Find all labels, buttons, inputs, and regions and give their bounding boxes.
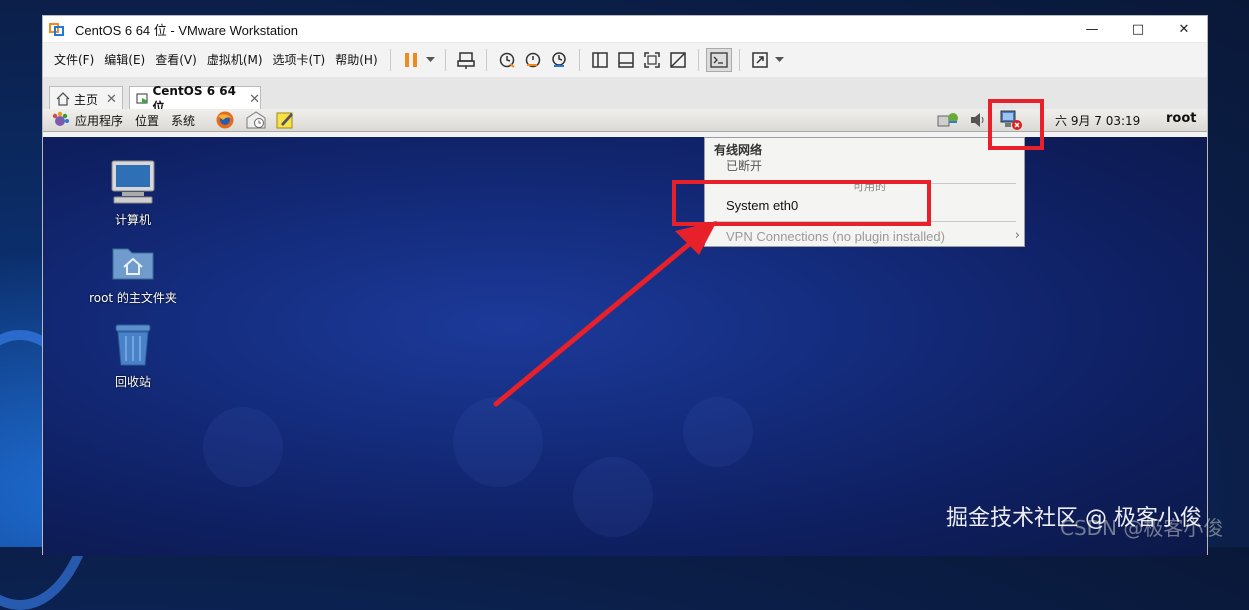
- toolbar-separator: [697, 49, 699, 71]
- menu-view[interactable]: 查看(V): [150, 48, 202, 72]
- dropdown-icon[interactable]: [773, 48, 787, 72]
- bokeh-decoration: [453, 397, 543, 487]
- home-icon: [56, 92, 70, 106]
- toolbar-separator: [389, 49, 391, 71]
- network-menu-status: 已断开: [726, 159, 763, 173]
- applications-menu[interactable]: 应用程序: [69, 112, 129, 129]
- firefox-icon[interactable]: [215, 110, 235, 130]
- network-tray-icon[interactable]: [936, 110, 960, 130]
- toolbar-separator: [578, 49, 580, 71]
- menu-vm[interactable]: 虚拟机(M): [202, 48, 268, 72]
- sidebar-icon[interactable]: [587, 48, 613, 72]
- pause-icon[interactable]: [398, 48, 424, 72]
- desktop-home-folder[interactable]: root 的主文件夹: [83, 241, 183, 306]
- desktop-home-folder-label: root 的主文件夹: [89, 291, 177, 305]
- revert-snapshot-icon[interactable]: [520, 48, 546, 72]
- menu-bar: 文件(F) 编辑(E) 查看(V) 虚拟机(M) 选项卡(T) 帮助(H): [43, 43, 1207, 77]
- guest-user-label[interactable]: root: [1166, 111, 1197, 126]
- minimize-button[interactable]: —: [1069, 16, 1115, 42]
- menu-file[interactable]: 文件(F): [49, 48, 99, 72]
- unity-icon[interactable]: [665, 48, 691, 72]
- gnome-foot-icon: [52, 111, 69, 126]
- mail-clock-icon[interactable]: [245, 110, 267, 130]
- snapshot-icon[interactable]: [494, 48, 520, 72]
- vmware-logo-icon: [49, 21, 65, 37]
- computer-icon: [111, 160, 155, 204]
- maximize-button[interactable]: □: [1115, 16, 1161, 42]
- submenu-arrow-icon: ›: [1014, 228, 1020, 243]
- volume-icon[interactable]: [969, 111, 987, 129]
- vpn-connections-item[interactable]: VPN Connections (no plugin installed): [726, 229, 945, 244]
- tab-home-close-icon[interactable]: ✕: [106, 92, 117, 107]
- highlight-network-icon: [988, 99, 1044, 150]
- bokeh-decoration: [683, 397, 753, 467]
- home-folder-icon: [112, 248, 154, 280]
- desktop-computer-label: 计算机: [114, 213, 151, 227]
- system-menu[interactable]: 系统: [165, 112, 201, 129]
- console-icon[interactable]: [705, 48, 732, 72]
- stretch-icon[interactable]: [747, 48, 773, 72]
- snapshot-manager-icon[interactable]: [546, 48, 572, 72]
- notes-icon[interactable]: [275, 110, 295, 130]
- send-ctrl-alt-del-icon[interactable]: [453, 48, 479, 72]
- title-bar: CentOS 6 64 位 - VMware Workstation — □ ✕: [43, 16, 1207, 43]
- menu-help[interactable]: 帮助(H): [330, 48, 382, 72]
- desktop-trash-label: 回收站: [114, 375, 151, 389]
- tab-centos[interactable]: CentOS 6 64 位 ✕: [129, 84, 261, 114]
- tab-home[interactable]: 主页 ✕: [49, 86, 123, 111]
- fullscreen-icon[interactable]: [639, 48, 665, 72]
- watermark-juejin: 掘金技术社区 @ 极客小俊: [946, 506, 1202, 531]
- toolbar-separator: [485, 49, 487, 71]
- bokeh-decoration: [203, 407, 283, 487]
- guest-clock[interactable]: 六 9月 7 03:19: [1055, 112, 1140, 129]
- places-menu[interactable]: 位置: [129, 112, 165, 129]
- desktop-computer[interactable]: 计算机: [83, 159, 183, 228]
- desktop-trash[interactable]: 回收站: [83, 323, 183, 390]
- thumbnail-icon[interactable]: [613, 48, 639, 72]
- tab-centos-close-icon[interactable]: ✕: [249, 92, 260, 107]
- network-menu-title: 有线网络: [714, 143, 763, 157]
- guest-desktop[interactable]: 计算机 root 的主文件夹 回收站 有线网络 已断开 可用的 System e…: [43, 137, 1207, 556]
- menu-edit[interactable]: 编辑(E): [99, 48, 150, 72]
- toolbar-separator: [738, 49, 740, 71]
- toolbar-separator: [444, 49, 446, 71]
- highlight-system-eth0: [672, 180, 931, 226]
- trash-icon: [115, 324, 151, 366]
- tab-home-label: 主页: [74, 92, 99, 107]
- dropdown-icon[interactable]: [424, 48, 438, 72]
- vm-running-icon: [136, 93, 148, 104]
- window-title: CentOS 6 64 位 - VMware Workstation: [75, 22, 299, 38]
- menu-tabs[interactable]: 选项卡(T): [268, 48, 331, 72]
- close-button[interactable]: ✕: [1161, 16, 1207, 42]
- bokeh-decoration: [573, 457, 653, 537]
- vmware-window: CentOS 6 64 位 - VMware Workstation — □ ✕…: [42, 15, 1208, 556]
